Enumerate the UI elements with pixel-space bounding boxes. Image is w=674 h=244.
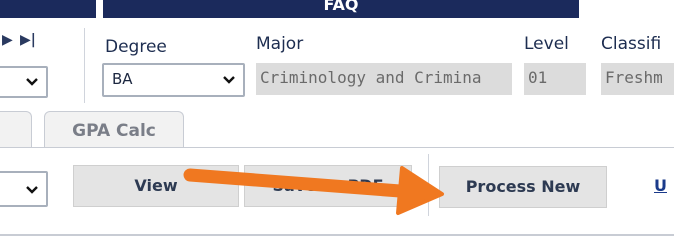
tab-baseline xyxy=(0,147,674,148)
next-record-icon[interactable]: ▶ xyxy=(2,33,13,47)
bottom-divider xyxy=(0,234,674,236)
major-label: Major xyxy=(256,34,304,54)
tab-previous[interactable] xyxy=(0,111,32,148)
save-as-pdf-button[interactable]: Save as PDF xyxy=(244,165,412,207)
save-as-pdf-label: Save as PDF xyxy=(272,176,384,195)
view-button-label: View xyxy=(134,176,178,195)
tab-gpa-calc-label: GPA Calc xyxy=(72,121,156,141)
degree-select-value: BA xyxy=(112,70,133,88)
classification-label: Classifi xyxy=(601,34,662,54)
chevron-down-icon xyxy=(26,186,38,194)
header-divider xyxy=(84,28,85,103)
tab-gpa-calc[interactable]: GPA Calc xyxy=(44,111,184,148)
major-field: Criminology and Crimina xyxy=(256,63,512,95)
top-banner-left xyxy=(0,0,96,18)
level-label: Level xyxy=(524,34,569,54)
chevron-down-icon xyxy=(223,76,235,84)
process-new-button[interactable]: Process New xyxy=(439,166,607,208)
faq-banner[interactable]: FAQ xyxy=(103,0,579,18)
toolbar-divider xyxy=(428,154,429,216)
degree-select[interactable]: BA xyxy=(102,63,245,97)
view-button[interactable]: View xyxy=(73,165,239,207)
last-record-icon[interactable]: ▶| xyxy=(20,33,36,47)
record-select[interactable] xyxy=(0,66,48,98)
process-new-label: Process New xyxy=(465,177,581,196)
degree-label: Degree xyxy=(105,37,167,57)
chevron-down-icon xyxy=(26,78,38,86)
overflow-link[interactable]: U xyxy=(654,166,667,206)
report-select[interactable] xyxy=(0,171,48,207)
faq-banner-label: FAQ xyxy=(323,0,359,14)
classification-field: Freshm xyxy=(601,63,674,95)
level-field: 01 xyxy=(524,63,586,95)
